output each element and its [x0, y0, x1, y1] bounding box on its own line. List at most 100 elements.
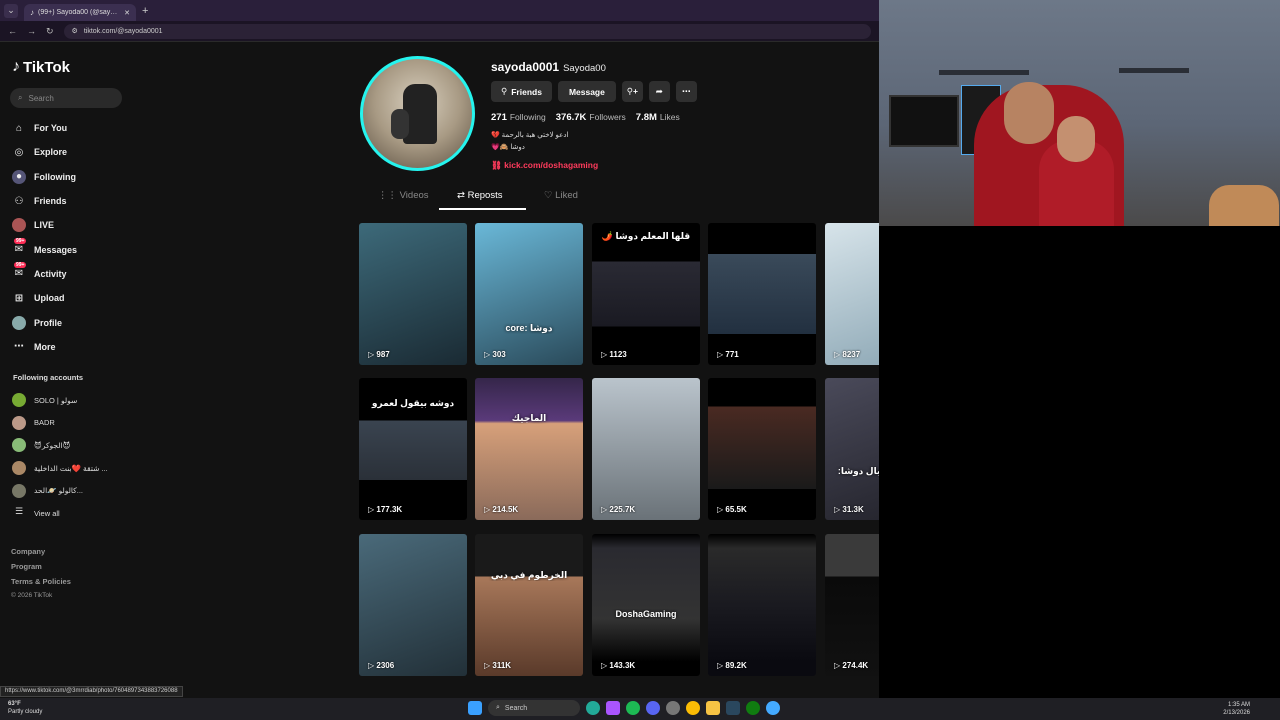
tab-liked[interactable]: ♡ Liked — [544, 190, 578, 201]
footer-terms[interactable]: Terms & Policies — [11, 575, 71, 590]
footer-program[interactable]: Program — [11, 560, 71, 575]
video-tile[interactable]: ▷ 2306 — [359, 534, 467, 676]
video-tile[interactable]: قلها المعلم دوشا 🌶️ ▷ 1123 — [592, 223, 700, 365]
profile-icon — [12, 315, 26, 330]
following-accounts-list: SOLO | سولو BADR 😈الجوكر😈 شتقة ❤️بنت الد… — [12, 389, 134, 525]
tab-videos[interactable]: ⋮⋮ Videos — [378, 190, 429, 201]
nav-profile[interactable]: Profile — [12, 310, 132, 334]
likes-stat: 7.8M Likes — [636, 112, 680, 123]
following-stat[interactable]: 271 Following — [491, 112, 546, 123]
account-item[interactable]: SOLO | سولو — [12, 389, 134, 412]
footer-links: Company Program Terms & Policies © 2026 … — [11, 545, 71, 604]
url-field[interactable]: ⚙ tiktok.com/@sayoda0001 — [63, 23, 871, 39]
account-item[interactable]: 😈الجوكر😈 — [12, 434, 134, 457]
nav-more[interactable]: ⋯ More — [12, 335, 132, 359]
followers-count: 376.7K — [555, 112, 587, 123]
nav-label: Activity — [34, 268, 67, 279]
tab-label: Videos — [399, 190, 429, 201]
video-caption: الخرطوم في دبي — [490, 570, 568, 580]
tiktok-logo[interactable]: ♪ TikTok — [12, 58, 70, 76]
add-friend-button[interactable]: ⚲+ — [621, 81, 643, 102]
video-tile[interactable]: الماجيك ▷ 214.5K — [475, 378, 583, 520]
account-item[interactable]: BADR — [12, 412, 134, 435]
taskbar-search[interactable]: ⌕ Search — [488, 700, 580, 716]
windows-start-icon[interactable] — [468, 701, 482, 715]
taskbar-apps: ⌕ Search — [468, 700, 780, 716]
search-input[interactable]: ⌕ Search — [10, 88, 122, 108]
friends-button[interactable]: ⚲ Friends — [491, 81, 552, 102]
nav-following[interactable]: ● Following — [12, 165, 132, 189]
followers-stat[interactable]: 376.7K Followers — [556, 112, 626, 123]
profile-avatar[interactable] — [360, 56, 475, 171]
footer-company[interactable]: Company — [11, 545, 71, 560]
steam-icon[interactable] — [726, 701, 740, 715]
active-tab-indicator — [439, 208, 526, 210]
logo-text: TikTok — [23, 58, 70, 76]
video-tile[interactable]: ▷ 987 — [359, 223, 467, 365]
tab-list-button[interactable]: ⌄ — [4, 3, 18, 18]
nav-label: Friends — [34, 196, 67, 207]
view-all-label: View all — [34, 508, 60, 518]
repost-icon: ⇄ — [457, 190, 465, 201]
system-clock[interactable]: 1:35 AM 2/13/2026 — [1223, 701, 1250, 717]
nav-for-you[interactable]: ⌂ For You — [12, 116, 132, 140]
video-tile[interactable]: دوشا :core ▷ 303 — [475, 223, 583, 365]
share-button[interactable]: ➦ — [648, 81, 670, 102]
close-tab-icon[interactable]: ✕ — [124, 9, 130, 17]
video-tile[interactable]: ▷ 8237 — [825, 223, 879, 365]
chrome-icon[interactable] — [686, 701, 700, 715]
following-label: Following — [509, 112, 546, 122]
video-tile[interactable]: DoshaGaming ▷ 143.3K — [592, 534, 700, 676]
nav-label: For You — [34, 123, 68, 134]
edge-icon[interactable] — [586, 701, 600, 715]
app-icon[interactable] — [766, 701, 780, 715]
search-icon: ⌕ — [496, 704, 500, 711]
account-name: 😈الجوكر😈 — [34, 440, 71, 450]
video-tile[interactable]: ▷ 771 — [708, 223, 816, 365]
back-icon[interactable]: ← — [8, 26, 17, 36]
settings-icon[interactable] — [666, 701, 680, 715]
video-tile[interactable]: دوشه بيقول لعمرو ▷ 177.3K — [359, 378, 467, 520]
site-info-icon[interactable]: ⚙ — [72, 27, 78, 35]
account-item[interactable]: كالولو 🪐الحد... — [12, 479, 134, 502]
tab-reposts[interactable]: ⇄ Reposts — [457, 190, 502, 201]
nav-activity[interactable]: ✉ 99+ Activity — [12, 261, 132, 286]
nav-messages[interactable]: ✉ 99+ Messages — [12, 237, 132, 261]
video-tile[interactable]: ▷ 225.7K — [592, 378, 700, 520]
video-views: ▷ 987 — [368, 350, 390, 359]
nav-explore[interactable]: ◎ Explore — [12, 140, 132, 164]
xbox-icon[interactable] — [746, 701, 760, 715]
forward-icon[interactable]: → — [27, 26, 36, 36]
new-tab-button[interactable]: + — [142, 5, 148, 17]
account-item[interactable]: شتقة ❤️بنت الداخلية ... — [12, 457, 134, 480]
search-icon: ⌕ — [18, 93, 23, 102]
view-all-link[interactable]: ☰ View all — [12, 502, 134, 525]
nav-live[interactable]: LIVE — [12, 213, 132, 237]
folder-icon[interactable] — [706, 701, 720, 715]
link-icon: ⛓ — [491, 160, 502, 170]
webcam-overlay — [879, 0, 1280, 226]
following-accounts-title: Following accounts — [13, 373, 84, 382]
video-tile[interactable]: ▷ 89.2K — [708, 534, 816, 676]
video-tile[interactable]: ▷ 65.5K — [708, 378, 816, 520]
video-tile[interactable]: ▷ 274.4K — [825, 534, 879, 676]
weather-widget[interactable]: 63°F Partly cloudy — [8, 700, 42, 716]
nav-upload[interactable]: ⊞ Upload — [12, 286, 132, 310]
reload-icon[interactable]: ↻ — [46, 26, 54, 37]
discord-icon[interactable] — [646, 701, 660, 715]
profile-link[interactable]: ⛓ kick.com/doshagaming — [491, 160, 598, 171]
video-view-count: 311K — [492, 661, 512, 670]
video-tile[interactable]: لحظه اغتيال دوشا: ▷ 31.3K — [825, 378, 879, 520]
more-options-button[interactable]: ⋯ — [675, 81, 697, 102]
activity-icon: ✉ 99+ — [14, 261, 27, 280]
friends-icon: ⚇ — [14, 195, 24, 207]
browser-tab[interactable]: ♪ (99+) Sayoda00 (@sayoda0001) ✕ — [24, 4, 136, 21]
following-count: 271 — [491, 112, 507, 123]
upload-icon: ⊞ — [14, 292, 24, 304]
message-button[interactable]: Message — [557, 81, 616, 102]
nav-friends[interactable]: ⚇ Friends — [12, 189, 132, 213]
video-views: ▷ 31.3K — [834, 505, 864, 514]
spotify-icon[interactable] — [626, 701, 640, 715]
video-tile[interactable]: الخرطوم في دبي ▷ 311K — [475, 534, 583, 676]
copilot-icon[interactable] — [606, 701, 620, 715]
